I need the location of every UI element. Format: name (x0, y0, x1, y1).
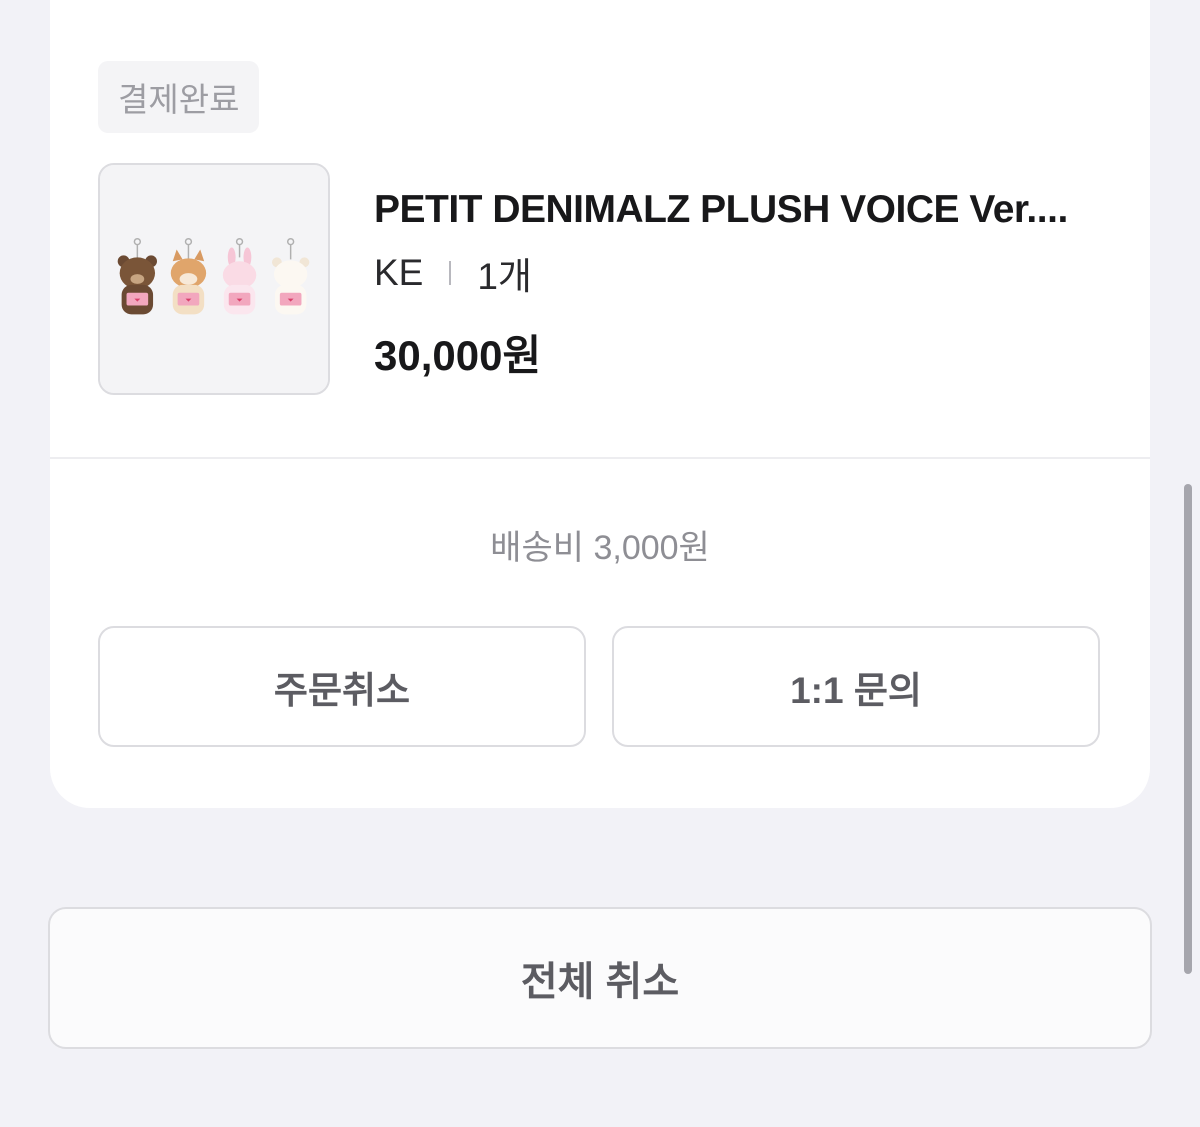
cancel-all-button[interactable]: 전체 취소 (48, 907, 1152, 1049)
order-detail-page: 결제완료 PETIT DENIMALZ PLUSH VOICE Ver.... … (0, 0, 1200, 1127)
plush-keyrings-image (100, 165, 328, 393)
product-option: KE (374, 252, 424, 293)
product-price: 30,000원 (374, 332, 542, 379)
product-title[interactable]: PETIT DENIMALZ PLUSH VOICE Ver.... (374, 188, 1114, 232)
product-thumbnail[interactable] (98, 163, 330, 395)
product-quantity: 1개 (477, 256, 532, 297)
shipping-fee: 배송비 3,000원 (490, 529, 710, 567)
status-badge: 결제완료 (98, 61, 260, 133)
meta-divider (449, 261, 452, 285)
inquiry-button[interactable]: 1:1 문의 (612, 626, 1100, 747)
order-card: 결제완료 PETIT DENIMALZ PLUSH VOICE Ver.... … (50, 0, 1150, 808)
scrollbar[interactable] (1184, 484, 1192, 974)
divider (50, 457, 1150, 459)
product-meta: KE 1개 (374, 246, 532, 300)
cancel-order-button[interactable]: 주문취소 (98, 626, 586, 747)
